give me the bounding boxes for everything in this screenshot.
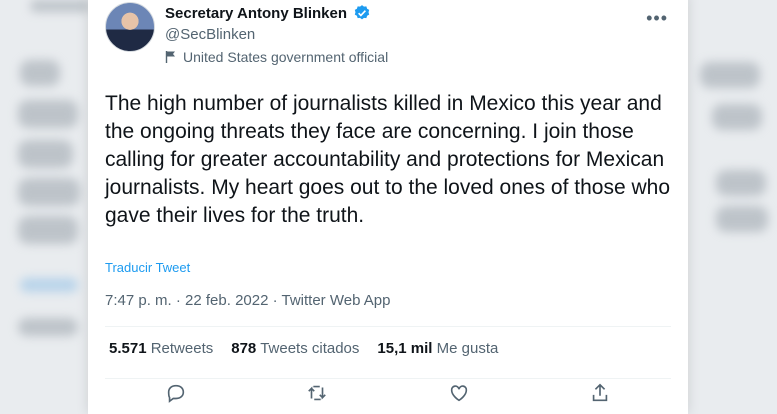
tweet-timestamp[interactable]: 7:47 p. m. · 22 feb. 2022 · Twitter Web … xyxy=(105,292,390,309)
likes-label: Me gusta xyxy=(436,340,499,357)
likes-count: 15,1 mil xyxy=(377,340,433,357)
user-handle[interactable]: @SecBlinken xyxy=(165,26,255,43)
quote-tweets-label: Tweets citados xyxy=(260,340,360,357)
display-name[interactable]: Secretary Antony Blinken xyxy=(165,5,347,22)
tweet-card: Secretary Antony Blinken @SecBlinken Uni… xyxy=(88,0,688,414)
quote-tweets-count: 878 xyxy=(231,340,257,357)
retweets-stat[interactable]: 5.571 Retweets xyxy=(109,340,213,357)
tweet-actions xyxy=(105,382,671,404)
government-label-text: United States government official xyxy=(183,49,389,65)
tweet-text: The high number of journalists killed in… xyxy=(105,92,671,227)
share-icon[interactable] xyxy=(589,382,611,404)
retweets-count: 5.571 xyxy=(109,340,147,357)
retweet-icon[interactable] xyxy=(306,382,328,404)
quote-tweets-stat[interactable]: 878 Tweets citados xyxy=(231,340,359,357)
flag-icon xyxy=(165,51,175,63)
verified-badge-icon xyxy=(354,5,370,20)
retweets-label: Retweets xyxy=(150,340,214,357)
government-label: United States government official xyxy=(165,49,388,65)
likes-stat[interactable]: 15,1 mil Me gusta xyxy=(377,340,498,357)
like-icon[interactable] xyxy=(448,382,470,404)
reply-icon[interactable] xyxy=(165,382,187,404)
divider xyxy=(105,378,671,379)
more-options-icon[interactable]: ••• xyxy=(646,8,668,29)
translate-link[interactable]: Traducir Tweet xyxy=(105,260,190,275)
name-row: Secretary Antony Blinken xyxy=(165,4,371,22)
divider xyxy=(105,326,671,327)
tweet-stats: 5.571 Retweets 878 Tweets citados 15,1 m… xyxy=(109,340,498,357)
avatar[interactable] xyxy=(105,2,155,52)
